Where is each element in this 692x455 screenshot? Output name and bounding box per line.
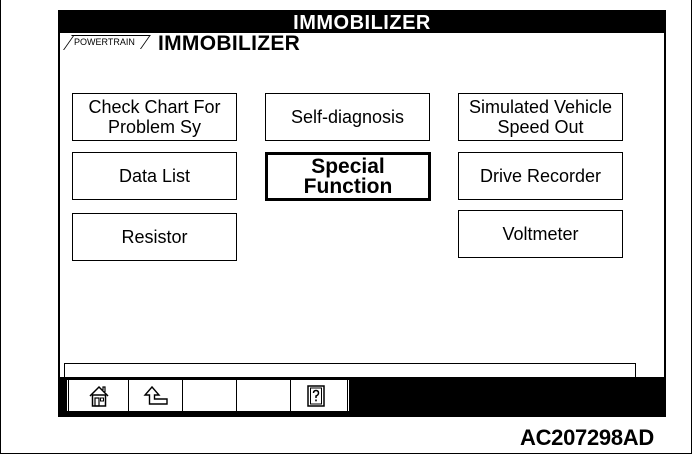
back-arrow-icon [142, 385, 168, 405]
self-diagnosis-button[interactable]: Self-diagnosis [265, 93, 430, 141]
message-bar [64, 363, 636, 377]
breadcrumb: POWERTRAIN IMMOBILIZER [62, 32, 362, 55]
check-chart-button[interactable]: Check Chart For Problem Sy [72, 93, 237, 141]
simulated-vehicle-speed-button[interactable]: Simulated Vehicle Speed Out [458, 93, 623, 141]
voltmeter-button[interactable]: Voltmeter [458, 210, 623, 258]
special-function-button[interactable]: Special Function [265, 152, 431, 201]
figure-code: AC207298AD [520, 425, 654, 450]
toolbar-panel [66, 380, 350, 411]
home-button[interactable] [69, 380, 129, 411]
breadcrumb-parent[interactable]: POWERTRAIN [62, 35, 141, 49]
help-book-icon [307, 384, 325, 407]
help-button[interactable] [291, 380, 341, 411]
toolbar-slot-3[interactable] [183, 380, 237, 411]
home-icon [88, 385, 109, 407]
drive-recorder-button[interactable]: Drive Recorder [458, 152, 623, 200]
back-button[interactable] [129, 380, 183, 411]
page-title: IMMOBILIZER [158, 32, 301, 55]
window-title: IMMOBILIZER [60, 12, 664, 34]
scan-tool-screen: IMMOBILIZER POWERTRAIN IMMOBILIZER Check… [58, 10, 666, 417]
bottom-toolbar [60, 377, 664, 415]
resistor-button[interactable]: Resistor [72, 213, 237, 261]
toolbar-slot-4[interactable] [237, 380, 291, 411]
data-list-button[interactable]: Data List [72, 152, 237, 200]
